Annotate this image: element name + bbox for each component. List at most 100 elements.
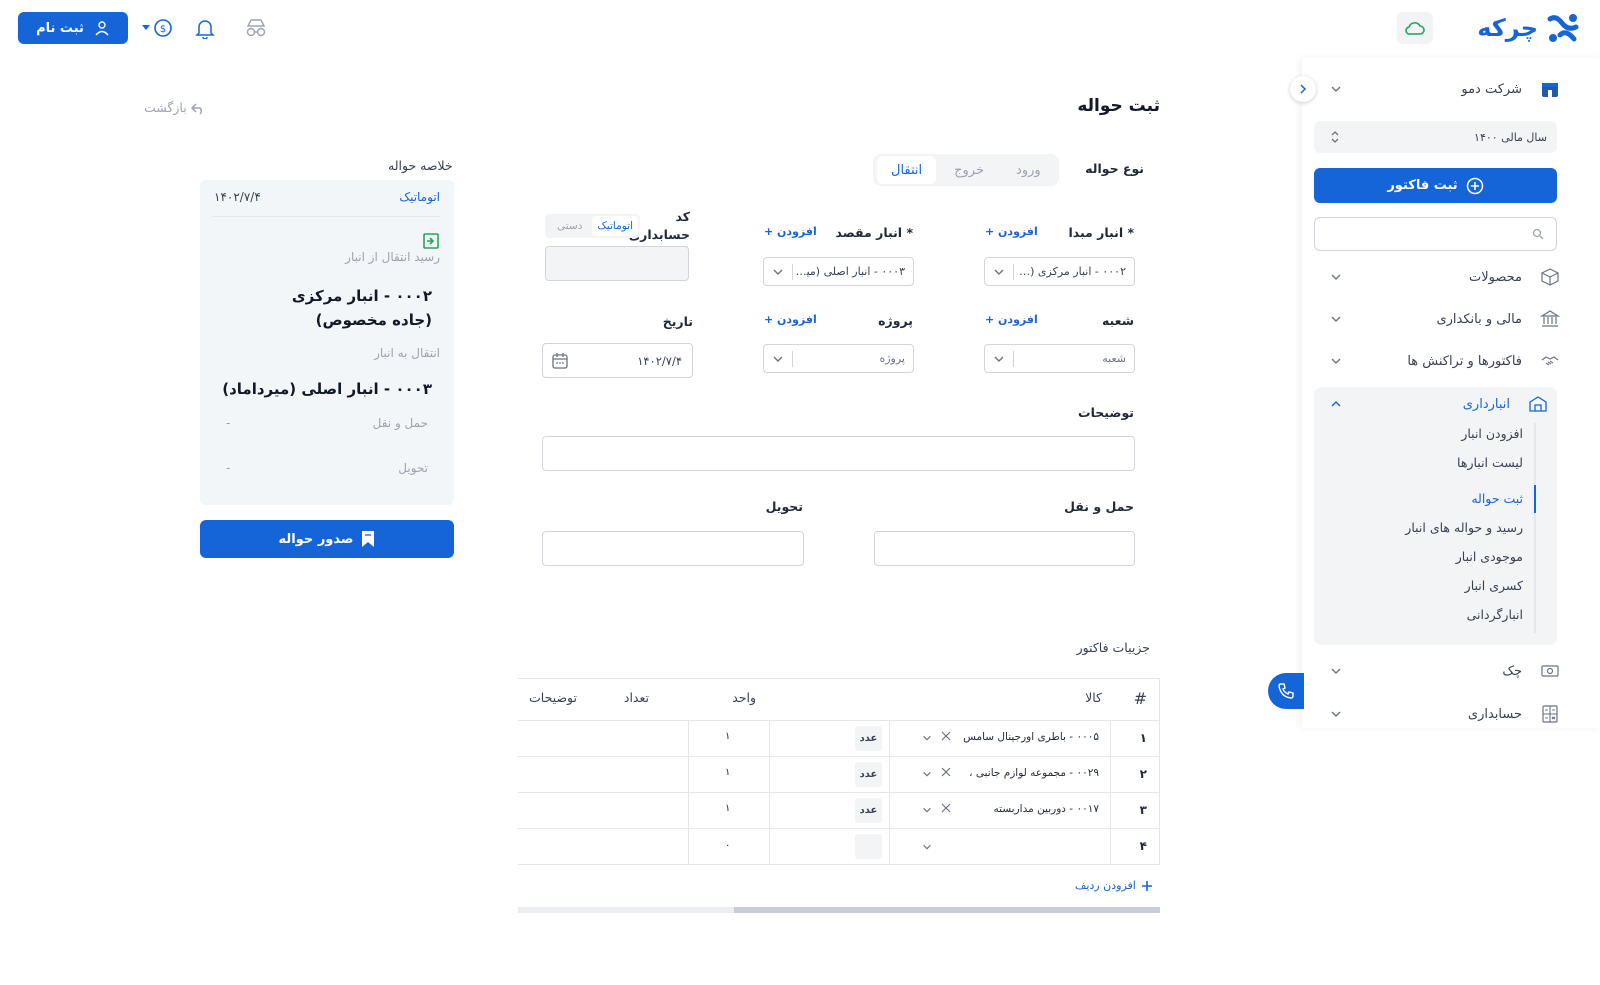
row-qty[interactable]: ۰ [725,840,730,851]
signup-button[interactable]: ثبت نام [18,12,128,44]
row-unit-chip: عدد [855,798,882,823]
source-warehouse-select[interactable]: ۰۰۰۲ - انبار مرکزی (جاد... [984,257,1135,286]
row-qty[interactable]: ۱ [725,731,730,742]
summary-mode: اتوماتیک [399,190,440,204]
clear-item-icon[interactable] [941,767,951,777]
support-call-button[interactable] [1268,673,1304,709]
sidebar-item-accounting[interactable]: حسابداری [1330,703,1560,725]
code-mode-manual[interactable]: دستی [547,216,592,236]
submenu-stocktaking[interactable]: انبارگردانی [1467,607,1523,622]
date-input[interactable]: ۱۴۰۲/۷/۴ [542,343,693,378]
caret-down-icon [142,25,150,31]
clear-item-icon[interactable] [941,803,951,813]
incognito-icon [244,18,268,38]
notes-input[interactable] [542,436,1135,471]
branch-select[interactable]: شعبه [984,344,1135,373]
submenu-warehouse-list[interactable]: لیست انبارها [1457,455,1523,470]
app-logo[interactable]: چرکه [1470,10,1580,46]
dest-warehouse-select[interactable]: ۰۰۰۳ - انبار اصلی (میر... [763,257,914,286]
row-item-value[interactable]: ۰۰۲۹ - مجموعه لوازم جانبی ، [959,767,1099,779]
tab-transfer[interactable]: انتقال [877,156,937,184]
top-header: چرکه ثبت نام $ [0,0,1600,58]
add-source-warehouse-link[interactable]: + افزودن [985,225,1038,238]
source-warehouse-value: ۰۰۰۲ - انبار مرکزی (جاد... [1014,265,1126,278]
shipping-input[interactable] [874,531,1135,566]
table-scrollbar-thumb[interactable] [734,907,1160,913]
tab-entry[interactable]: ورود [1002,156,1055,184]
summary-delivery-label: تحویل [398,461,428,475]
summary-to-label: انتقال به انبار [374,346,440,360]
company-selector[interactable]: شرکت دمو [1330,78,1560,100]
new-invoice-button[interactable]: ثبت فاکتور [1314,168,1557,203]
branch-label: شعبه [1101,313,1134,328]
submenu-rail [1534,423,1536,633]
add-dest-warehouse-link[interactable]: + افزودن [764,225,817,238]
accounting-code-input[interactable] [545,246,689,281]
shipping-label: حمل و نقل [1064,499,1134,514]
row-num: ۱ [1139,731,1147,745]
chevron-down-icon [1330,271,1342,283]
submenu-inventory[interactable]: موجودی انبار [1456,549,1523,564]
sidebar-item-label: چک [1502,663,1522,679]
sidebar-item-label: حسابداری [1467,706,1522,722]
box-icon [1540,267,1560,287]
sidebar-item-label: فاکتورها و تراکنش ها [1407,353,1522,369]
code-mode-auto[interactable]: اتوماتیک [592,216,638,236]
sidebar-item-warehouse[interactable]: انبارداری [1330,393,1548,415]
chevron-down-icon[interactable] [922,842,932,852]
calendar-icon[interactable] [551,352,569,370]
chevron-down-icon [764,266,792,278]
table-scrollbar[interactable] [518,907,1160,913]
delivery-input[interactable] [542,531,804,566]
incognito-button[interactable] [244,18,268,38]
cloud-sync-button[interactable] [1397,12,1433,44]
project-placeholder: پروژه [879,352,905,365]
add-row-button[interactable]: افزودن ردیف [1075,879,1153,892]
date-value: ۱۴۰۲/۷/۴ [637,353,682,368]
fiscal-year-selector[interactable]: سال مالی ۱۴۰۰ [1314,121,1557,153]
sidebar-item-finance[interactable]: مالی و بانکداری [1330,308,1560,330]
back-button[interactable]: بازگشت [144,100,205,115]
submenu-receipts[interactable]: رسید و حواله های انبار [1405,520,1523,535]
sidebar-item-invoices[interactable]: فاکتورها و تراکنش ها [1330,350,1560,372]
chevron-down-icon[interactable] [922,733,932,743]
submenu-add-warehouse[interactable]: افزودن انبار [1461,426,1523,441]
branch-placeholder: شعبه [1102,352,1126,365]
chevron-down-icon[interactable] [922,805,932,815]
row-num: ۴ [1139,839,1147,853]
logo-text: چرکه [1477,14,1538,42]
sidebar-search-input[interactable] [1314,217,1557,251]
plus-icon [1141,880,1153,892]
transfer-type-label: نوع حواله [1085,161,1144,176]
row-unit-chip: عدد [855,762,882,787]
row-item-value[interactable]: ۰۰۰۵ - باطری اورجینال سامس [959,731,1099,743]
submenu-shortage[interactable]: کسری انبار [1465,578,1523,593]
chevron-down-icon [1330,708,1342,720]
currency-menu[interactable]: $ [142,17,173,39]
chevron-down-icon[interactable] [922,769,932,779]
coin-icon: $ [153,17,173,39]
row-qty[interactable]: ۱ [725,767,730,778]
store-icon [1540,79,1560,99]
submenu-register-transfer[interactable]: ثبت حواله [1471,491,1523,506]
collapse-sidebar-button[interactable] [1290,76,1316,102]
chevron-down-icon [985,266,1013,278]
tab-exit[interactable]: خروج [940,156,998,184]
page-title: ثبت حواله [1077,96,1160,116]
sidebar-item-products[interactable]: محصولات [1330,266,1560,288]
table-row: ۲ ۰۰۲۹ - مجموعه لوازم جانبی ، عدد ۱ [518,757,1159,792]
issue-transfer-button[interactable]: صدور حواله [200,520,454,558]
sidebar-item-label: مالی و بانکداری [1436,311,1522,327]
chevron-down-icon [1330,83,1342,95]
clear-item-icon[interactable] [941,731,951,741]
details-title: جزییات فاکتور [1076,640,1150,655]
source-warehouse-label: انبار مبدا * [1068,225,1134,240]
row-qty[interactable]: ۱ [725,803,730,814]
add-branch-link[interactable]: + افزودن [985,313,1038,326]
add-project-link[interactable]: + افزودن [764,313,817,326]
row-item-value[interactable]: ۰۰۱۷ - دوربین مداربسته [959,803,1099,815]
notifications-button[interactable] [195,17,215,39]
plus-circle-icon [1466,177,1484,195]
sidebar-item-cheque[interactable]: چک [1330,660,1560,682]
project-select[interactable]: پروژه [763,344,914,373]
